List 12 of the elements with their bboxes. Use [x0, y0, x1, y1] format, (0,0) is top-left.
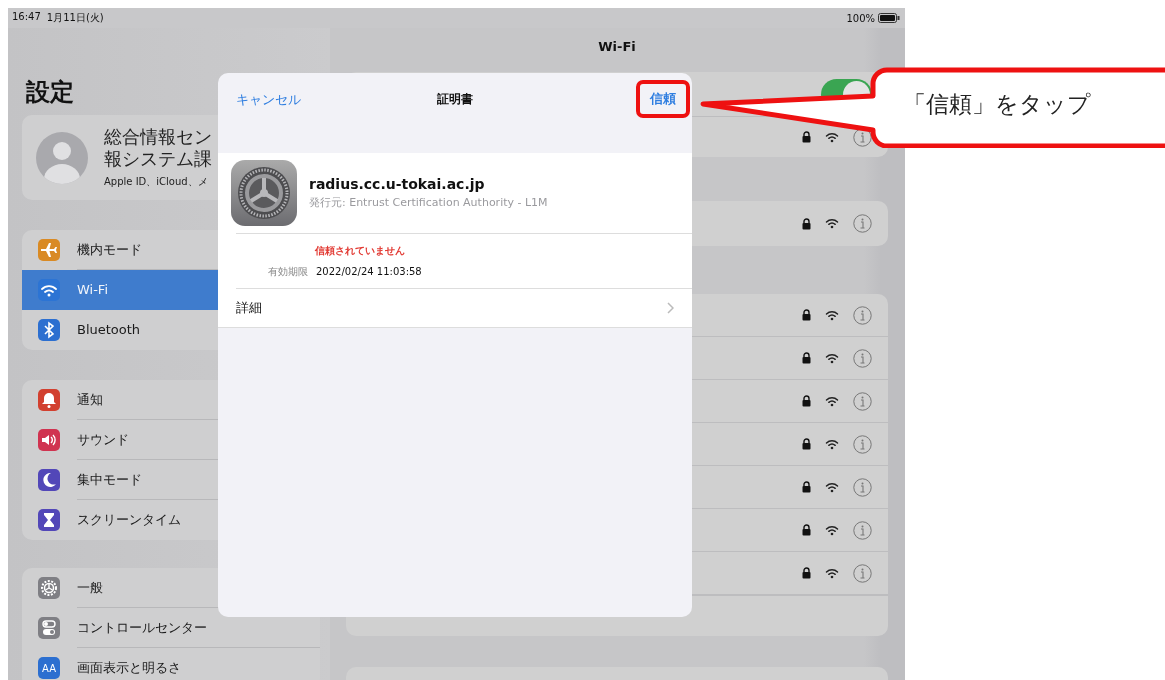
sheet-title: 証明書	[437, 91, 473, 108]
profile-name: 総合情報セン	[104, 125, 212, 148]
profile-subtitle: Apple ID、iCloud、メ	[104, 174, 209, 189]
battery-percent: 100%	[846, 12, 875, 24]
status-date: 1月11日(火)	[46, 11, 104, 25]
status-time: 16:47	[12, 11, 41, 24]
pane-title: Wi-Fi	[598, 38, 636, 56]
profile-name: 報システム課	[104, 147, 212, 170]
display-icon: AA	[38, 657, 60, 679]
trust-status: 信頼されていません	[315, 243, 406, 258]
settings-title: 設定	[26, 77, 74, 107]
callout-text: 「信頼」をタップ	[903, 90, 1091, 119]
